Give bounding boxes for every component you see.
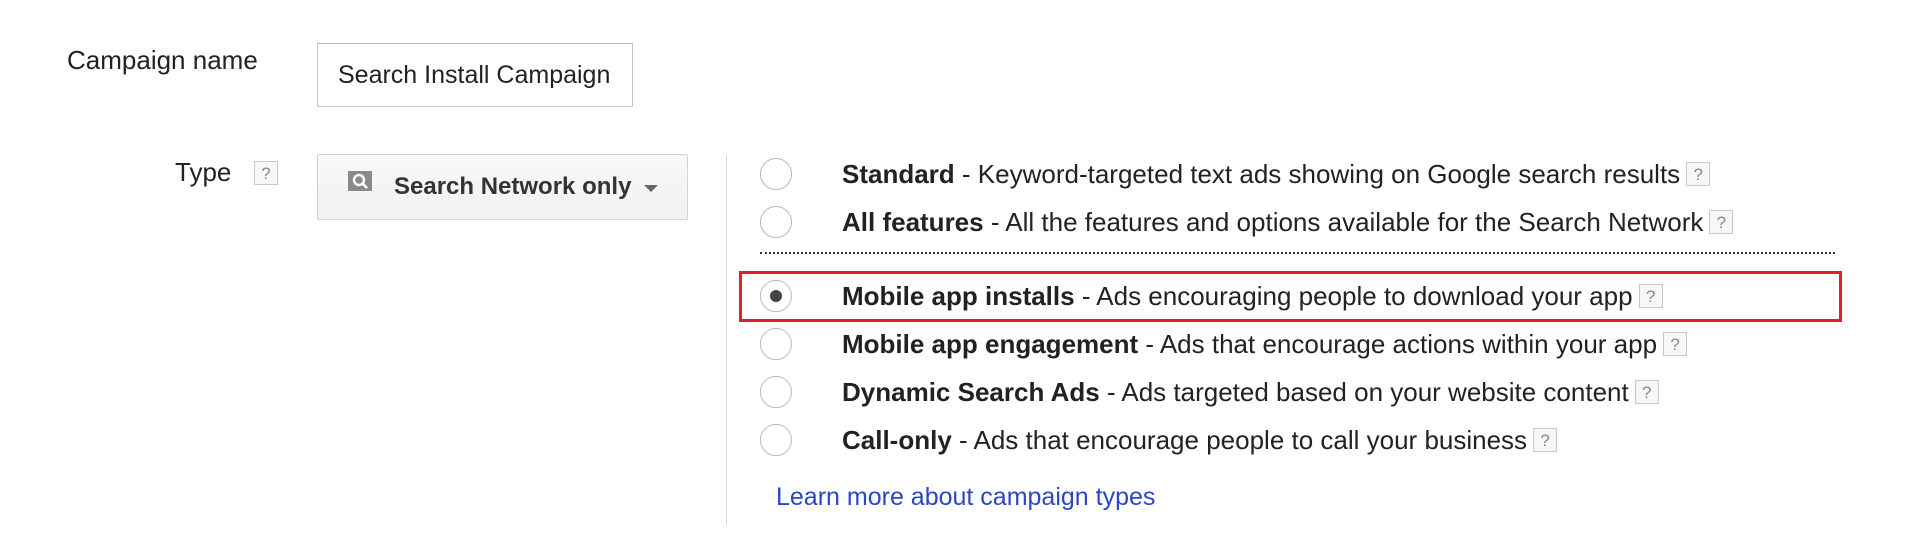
radio-mobile-app-engagement[interactable] <box>760 328 792 360</box>
help-icon[interactable]: ? <box>1533 428 1558 452</box>
radio-mobile-app-installs[interactable] <box>760 280 792 312</box>
radio-dynamic-search-ads[interactable] <box>760 376 792 408</box>
search-network-icon <box>348 171 372 191</box>
help-icon[interactable]: ? <box>1709 210 1734 234</box>
campaign-name-input[interactable] <box>317 43 633 107</box>
option-description: - Ads that encourage people to call your… <box>959 424 1528 455</box>
option-mobile-app-engagement[interactable]: Mobile app engagement - Ads that encoura… <box>760 324 1688 364</box>
help-icon[interactable]: ? <box>1634 380 1659 404</box>
option-name: Dynamic Search Ads <box>842 376 1100 407</box>
option-name: Call-only <box>842 424 952 455</box>
radio-call-only[interactable] <box>760 424 792 456</box>
option-name: Mobile app installs <box>842 280 1075 311</box>
option-all-features[interactable]: All features - All the features and opti… <box>760 202 1734 242</box>
campaign-settings-form: Campaign name Type ? Search Network only… <box>0 0 1920 545</box>
help-icon[interactable]: ? <box>1638 284 1663 308</box>
option-description: - Ads targeted based on your website con… <box>1106 376 1629 407</box>
type-help-icon[interactable]: ? <box>254 161 278 185</box>
dotted-separator <box>760 252 1835 254</box>
option-mobile-app-installs[interactable]: Mobile app installs - Ads encouraging pe… <box>760 276 1663 316</box>
learn-more-link[interactable]: Learn more about campaign types <box>776 483 1155 512</box>
option-description: - Keyword-targeted text ads showing on G… <box>961 158 1681 189</box>
option-name: Mobile app engagement <box>842 328 1139 359</box>
type-label: Type <box>175 157 232 187</box>
option-dynamic-search-ads[interactable]: Dynamic Search Ads - Ads targeted based … <box>760 372 1659 412</box>
help-icon[interactable]: ? <box>1663 332 1688 356</box>
network-dropdown[interactable]: Search Network only <box>317 154 688 220</box>
option-description: - All the features and options available… <box>990 206 1704 237</box>
option-standard[interactable]: Standard - Keyword-targeted text ads sho… <box>760 154 1711 194</box>
option-description: - Ads encouraging people to download you… <box>1081 280 1633 311</box>
vertical-divider <box>726 155 727 525</box>
network-dropdown-label: Search Network only <box>394 173 632 200</box>
help-icon[interactable]: ? <box>1686 162 1711 186</box>
chevron-down-icon <box>644 185 659 192</box>
option-name: All features <box>842 206 984 237</box>
option-call-only[interactable]: Call-only - Ads that encourage people to… <box>760 420 1558 460</box>
option-name: Standard <box>842 158 955 189</box>
option-description: - Ads that encourage actions within your… <box>1145 328 1658 359</box>
campaign-name-label: Campaign name <box>67 45 258 75</box>
radio-standard[interactable] <box>760 158 792 190</box>
radio-all-features[interactable] <box>760 206 792 238</box>
